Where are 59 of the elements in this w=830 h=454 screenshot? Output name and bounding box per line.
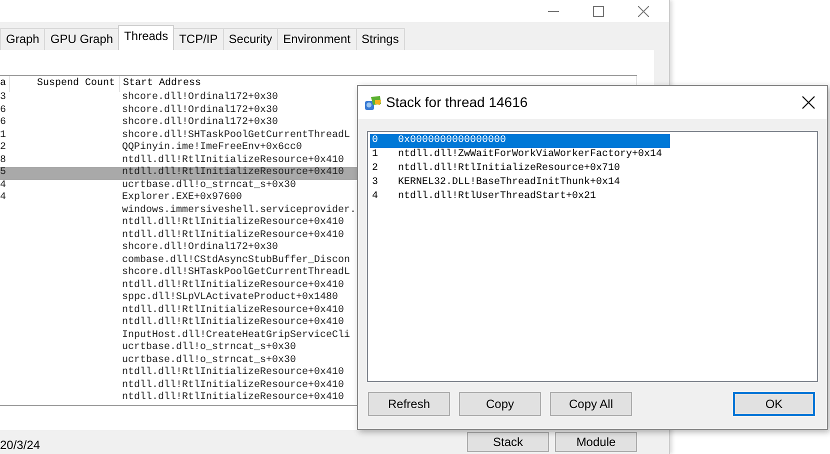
table-cell-text: 1 [0, 130, 8, 142]
close-icon[interactable] [802, 96, 815, 109]
dialog-title: Stack for thread 14616 [386, 93, 528, 112]
frame-index: 0 [371, 134, 380, 148]
dialog-button[interactable]: Copy All [550, 392, 632, 416]
table-cell: ntdll.dll!RtlInitializeResource+0x410 [122, 367, 344, 380]
table-cell: sppc.dll!SLpVLActivateProduct+0x1480 [122, 292, 338, 304]
table-cell-text: ntdll.dll!RtlInitializeResource+0x410 [122, 304, 344, 316]
stack-frame-row[interactable]: 0 0x0000000000000000 [370, 134, 670, 148]
frame-address: 0x0000000000000000 [398, 134, 506, 148]
window-button[interactable]: Stack [467, 432, 549, 452]
table-cell: ntdll.dll!RtlInitializeResource+0x410 [122, 217, 344, 230]
table-cell-text: 2 [0, 142, 8, 154]
table-cell-text: ucrtbase.dll!o_strncat_s+0x30 [122, 354, 296, 366]
table-cell: shcore.dll!Ordinal172+0x30 [122, 117, 278, 130]
table-cell-text: ntdll.dll!RtlInitializeResource+0x410 [122, 380, 344, 392]
table-cell: shcore.dll!Ordinal172+0x30 [122, 92, 278, 104]
table-cell-text: ucrtbase.dll!o_strncat_s+0x30 [122, 180, 296, 192]
table-cell: shcore.dll!SHTaskPoolGetCurrentThreadL [122, 267, 350, 280]
table-cell-text: 6 [0, 104, 8, 117]
window-button[interactable]: Module [555, 432, 637, 452]
table-cell-text: ntdll.dll!RtlInitializeResource+0x410 [122, 230, 344, 242]
stack-frame-row[interactable]: 1 ntdll.dll!ZwWaitForWorkViaWorkerFactory+0x14 [370, 148, 815, 162]
frame-address: ntdll.dll!RtlUserThreadStart+0x21 [398, 190, 596, 204]
table-cell-text: 3 [0, 92, 8, 104]
dialog-button[interactable]: Copy [459, 392, 541, 416]
table-cell-text: InputHost.dll!CreateHeatGripServiceCli [122, 330, 350, 342]
table-cell: shcore.dll!Ordinal172+0x30 [122, 242, 278, 254]
column-header[interactable]: a [0, 76, 10, 92]
frame-index: 4 [371, 190, 380, 204]
maximize-icon[interactable] [593, 6, 604, 16]
date-text: 20/3/24 [0, 437, 40, 454]
table-cell-text: 6 [0, 117, 8, 130]
table-cell: QQPinyin.ime!ImeFreeEnv+0x6cc0 [122, 142, 302, 154]
table-cell-text: shcore.dll!Ordinal172+0x30 [122, 104, 278, 116]
table-cell: Explorer.EXE+0x97600 [122, 192, 242, 204]
stack-frame-row[interactable]: 4 ntdll.dll!RtlUserThreadStart+0x21 [370, 190, 815, 204]
table-cell-text: 8 [0, 154, 8, 167]
table-cell-text: ntdll.dll!RtlInitializeResource+0x410 [122, 154, 344, 166]
table-cell: ntdll.dll!RtlInitializeResource+0x410 [122, 317, 344, 330]
table-cell-text: 5 [0, 167, 8, 180]
table-cell-text: 4 [0, 180, 8, 192]
minimize-icon[interactable] [548, 10, 559, 12]
dialog-button[interactable]: OK [733, 392, 815, 416]
table-cell-text: combase.dll!CStdAsyncStubBuffer_Discon [122, 254, 350, 266]
app-icon [364, 94, 382, 110]
table-cell-text: ntdll.dll!RtlInitializeResource+0x410 [122, 280, 344, 292]
table-cell-text: windows.immersiveshell.serviceprovider. [122, 204, 356, 216]
tab[interactable]: Graph [0, 28, 46, 50]
tab[interactable]: Strings [356, 28, 405, 50]
tab[interactable]: Threads [118, 25, 174, 50]
dialog-button[interactable]: Refresh [368, 392, 450, 416]
table-cell: ntdll.dll!RtlInitializeResource+0x410 [122, 167, 344, 180]
table-cell-text: 4 [0, 192, 8, 204]
column-header[interactable]: Suspend Count [10, 76, 120, 92]
frame-index: 1 [371, 148, 380, 162]
table-cell: ucrtbase.dll!o_strncat_s+0x30 [122, 342, 296, 354]
frame-address: ntdll.dll!ZwWaitForWorkViaWorkerFactory+0x14 [398, 148, 662, 162]
table-cell-text: shcore.dll!SHTaskPoolGetCurrentThreadL [122, 130, 350, 142]
